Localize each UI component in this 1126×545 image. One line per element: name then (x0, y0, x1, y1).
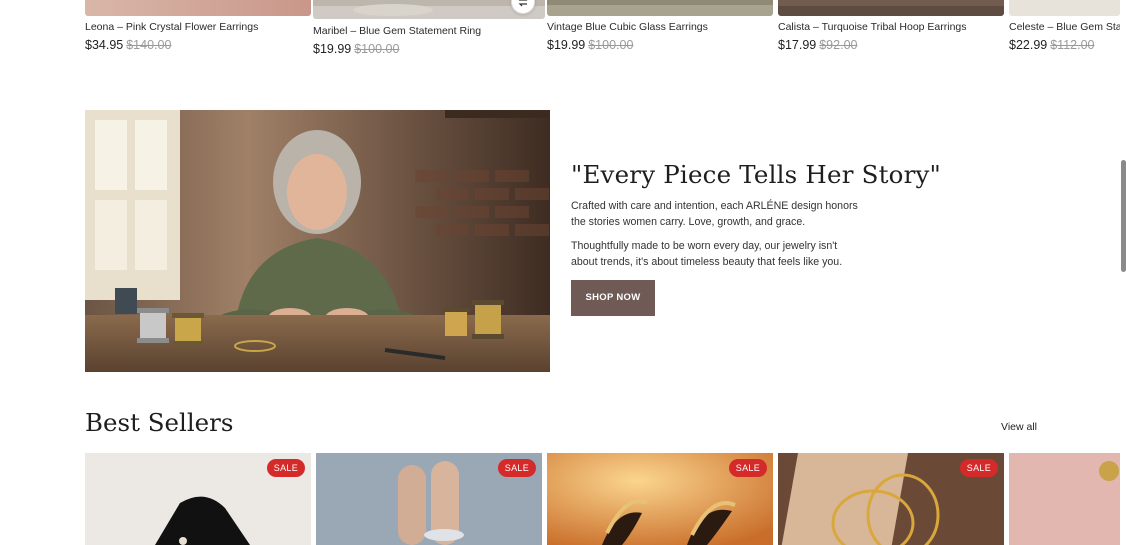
view-all-link[interactable]: View all (1001, 421, 1037, 433)
swap-icon (518, 0, 528, 7)
product-card[interactable]: Vintage Blue Cubic Glass Earrings $19.99… (547, 0, 773, 54)
product-card[interactable]: SALE (316, 453, 542, 545)
brand-story: "Every Piece Tells Her Story" Crafted wi… (571, 160, 941, 316)
product-image[interactable] (778, 0, 1004, 16)
sale-badge: SALE (959, 459, 998, 477)
product-price: $19.99 $100.00 (547, 36, 773, 54)
product-title[interactable]: Celeste – Blue Gem Statem (1009, 21, 1120, 33)
sale-price: $19.99 (313, 42, 352, 56)
sale-badge: SALE (728, 459, 767, 477)
story-paragraph: Crafted with care and intention, each AR… (571, 200, 858, 228)
product-image[interactable] (547, 0, 773, 16)
product-price: $22.99 $112.00 (1009, 36, 1120, 54)
product-card[interactable] (1009, 453, 1120, 545)
product-card[interactable]: Celeste – Blue Gem Statem $22.99$112.00 (1009, 0, 1120, 54)
scrollbar[interactable] (1121, 160, 1126, 272)
product-title[interactable]: Vintage Blue Cubic Glass Earrings (547, 21, 773, 33)
story-paragraph: Thoughtfully made to be worn every day, … (571, 240, 843, 268)
product-card[interactable]: Leona – Pink Crystal Flower Earrings $34… (85, 0, 311, 54)
product-image[interactable] (1009, 0, 1120, 16)
product-title[interactable]: Calista – Turquoise Tribal Hoop Earrings (778, 21, 1004, 33)
product-image[interactable] (85, 0, 311, 16)
product-title[interactable]: Leona – Pink Crystal Flower Earrings (85, 21, 311, 33)
original-price: $140.00 (126, 38, 172, 52)
sale-price: $22.99 (1009, 38, 1048, 52)
product-price: $17.99 $92.00 (778, 36, 1004, 54)
original-price: $100.00 (354, 42, 400, 56)
story-heading: "Every Piece Tells Her Story" (571, 160, 941, 189)
sale-price: $34.95 (85, 38, 124, 52)
original-price: $92.00 (819, 38, 858, 52)
product-price: $34.95 $140.00 (85, 36, 311, 54)
section-title: Best Sellers (85, 408, 234, 437)
page: Leona – Pink Crystal Flower Earrings $34… (0, 0, 1126, 545)
product-strip: Leona – Pink Crystal Flower Earrings $34… (0, 0, 1126, 60)
sale-badge: SALE (266, 459, 305, 477)
product-card[interactable]: Calista – Turquoise Tribal Hoop Earrings… (778, 0, 1004, 54)
product-card[interactable]: SALE (85, 453, 311, 545)
product-card[interactable]: SALE (547, 453, 773, 545)
product-price: $19.99 $100.00 (313, 40, 545, 58)
sale-price: $17.99 (778, 38, 817, 52)
artisan-photo (85, 110, 550, 372)
product-card[interactable]: SALE (778, 453, 1004, 545)
product-title[interactable]: Maribel – Blue Gem Statement Ring (313, 25, 545, 37)
sale-badge: SALE (497, 459, 536, 477)
product-image[interactable] (1009, 453, 1120, 545)
sale-price: $19.99 (547, 38, 586, 52)
product-card[interactable]: Maribel – Blue Gem Statement Ring $19.99… (313, 0, 545, 58)
original-price: $100.00 (588, 38, 634, 52)
original-price: $112.00 (1050, 38, 1095, 52)
shop-now-button[interactable]: SHOP NOW (571, 280, 655, 316)
